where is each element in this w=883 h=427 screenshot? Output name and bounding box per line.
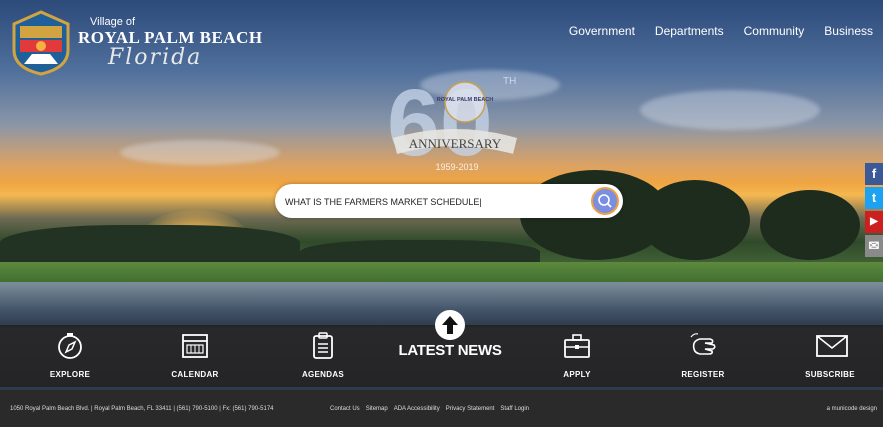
- tree: [640, 180, 750, 260]
- anniversary-graphic: 60 TH ROYAL PALM BEACH ANNIVERSARY 1959-…: [387, 70, 517, 176]
- footer-credit[interactable]: a municode design: [827, 406, 877, 412]
- brand-state: Florida: [108, 45, 203, 70]
- footer-links: Contact Us Sitemap ADA Accessibility Pri…: [330, 406, 529, 412]
- footer-link-staff-login[interactable]: Staff Login: [500, 406, 529, 412]
- village-seal-logo[interactable]: [10, 10, 72, 76]
- footer-link-contact[interactable]: Contact Us: [330, 406, 360, 412]
- quicklink-apply[interactable]: APPLY: [522, 325, 632, 387]
- cloud: [120, 140, 280, 165]
- nav-community[interactable]: Community: [744, 24, 805, 38]
- calendar-icon: [182, 334, 208, 358]
- arrow-up-icon: [442, 316, 458, 334]
- search-button[interactable]: [591, 187, 619, 215]
- emblem-seal-text: ROYAL PALM BEACH: [437, 97, 493, 103]
- facebook-icon[interactable]: f: [865, 163, 883, 185]
- clipboard-icon: [313, 332, 333, 359]
- quicklink-register-label: REGISTER: [681, 370, 725, 379]
- search-icon: [598, 194, 612, 208]
- latest-news-circle: [435, 310, 465, 340]
- latest-news-label: LATEST NEWS: [398, 342, 502, 359]
- envelope-icon: [816, 335, 848, 357]
- nav-business[interactable]: Business: [824, 24, 873, 38]
- twitter-icon[interactable]: t: [865, 187, 883, 209]
- tree: [760, 190, 860, 260]
- quicklink-agendas-label: AGENDAS: [301, 370, 345, 379]
- search-input[interactable]: [283, 192, 587, 212]
- quicklink-apply-label: APPLY: [563, 370, 591, 379]
- emblem-years: 1959-2019: [435, 162, 478, 172]
- quicklink-explore[interactable]: EXPLORE: [15, 325, 125, 387]
- latest-news-button[interactable]: LATEST NEWS: [395, 310, 505, 370]
- emblem-banner: ANNIVERSARY: [409, 136, 502, 151]
- quicklink-calendar[interactable]: CALENDAR: [140, 325, 250, 387]
- quicklink-agendas[interactable]: AGENDAS: [268, 325, 378, 387]
- pointer-hand-icon: [690, 333, 716, 355]
- page: Village of ROYAL PALM BEACH Florida Gove…: [0, 0, 883, 427]
- anniversary-emblem: 60 TH ROYAL PALM BEACH ANNIVERSARY 1959-…: [385, 70, 525, 190]
- site-footer: 1050 Royal Palm Beach Blvd. | Royal Palm…: [0, 390, 883, 427]
- social-links: f t ▶ ✉: [865, 163, 883, 259]
- brand-village: Village of: [90, 16, 136, 28]
- youtube-icon[interactable]: ▶: [865, 211, 883, 233]
- compass-icon: [58, 333, 82, 359]
- quicklink-subscribe-label: SUBSCRIBE: [805, 370, 855, 379]
- quicklink-explore-label: EXPLORE: [49, 370, 91, 379]
- footer-link-privacy[interactable]: Privacy Statement: [446, 406, 495, 412]
- main-nav: Government Departments Community Busines…: [569, 24, 873, 38]
- cloud: [640, 90, 820, 130]
- footer-address: 1050 Royal Palm Beach Blvd. | Royal Palm…: [10, 406, 274, 412]
- quicklink-register[interactable]: REGISTER: [648, 325, 758, 387]
- footer-link-sitemap[interactable]: Sitemap: [366, 406, 388, 412]
- nav-departments[interactable]: Departments: [655, 24, 724, 38]
- briefcase-icon: [564, 334, 590, 358]
- footer-link-accessibility[interactable]: ADA Accessibility: [394, 406, 440, 412]
- site-search: [275, 184, 623, 218]
- quicklink-calendar-label: CALENDAR: [171, 370, 219, 379]
- email-icon[interactable]: ✉: [865, 235, 883, 257]
- nav-government[interactable]: Government: [569, 24, 635, 38]
- quicklink-subscribe[interactable]: SUBSCRIBE: [775, 325, 883, 387]
- emblem-th: TH: [503, 76, 516, 87]
